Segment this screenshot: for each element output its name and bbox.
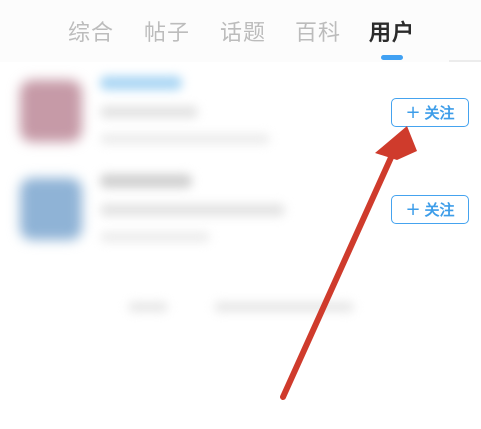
plus-icon: + xyxy=(405,198,421,220)
loading-hint xyxy=(214,302,354,312)
tab-posts[interactable]: 帖子 xyxy=(144,15,190,47)
follow-button[interactable]: + 关注 xyxy=(391,98,469,127)
tab-topics[interactable]: 话题 xyxy=(220,15,266,47)
user-name[interactable] xyxy=(100,76,182,90)
active-tab-indicator xyxy=(381,55,403,60)
user-info xyxy=(100,204,285,216)
tab-users[interactable]: 用户 xyxy=(369,15,415,47)
avatar[interactable] xyxy=(20,80,82,142)
list-item: + 关注 xyxy=(0,166,481,256)
follow-label: 关注 xyxy=(424,104,455,122)
list-item: + 关注 xyxy=(0,68,481,158)
plus-icon: + xyxy=(405,101,421,123)
divider xyxy=(449,60,481,62)
user-name[interactable] xyxy=(100,174,192,188)
loading-hint xyxy=(128,302,168,312)
avatar[interactable] xyxy=(20,178,82,240)
user-info xyxy=(100,106,198,118)
tab-comprehensive[interactable]: 综合 xyxy=(68,15,114,47)
tab-bar: 综合 帖子 话题 百科 用户 xyxy=(0,0,481,62)
follow-button[interactable]: + 关注 xyxy=(391,195,469,224)
user-description xyxy=(100,134,270,144)
user-description xyxy=(100,232,210,242)
tab-encyclopedia[interactable]: 百科 xyxy=(295,15,341,47)
follow-label: 关注 xyxy=(424,201,455,219)
